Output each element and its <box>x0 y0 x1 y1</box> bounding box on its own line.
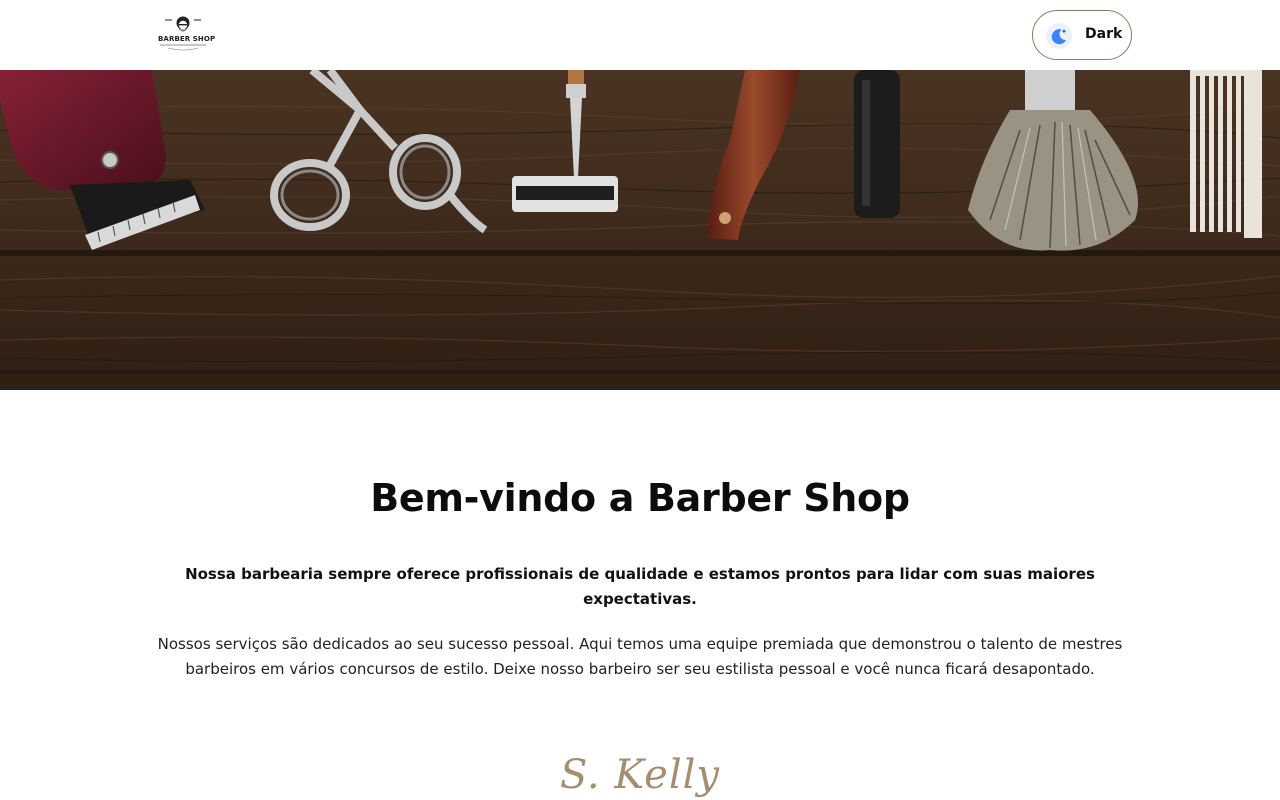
moon-icon <box>1046 23 1072 49</box>
logo-text: BARBER SHOP <box>158 35 216 43</box>
description-paragraph: Nossos serviços são dedicados ao seu suc… <box>157 635 1123 678</box>
site-header: BARBER SHOP Dark <box>0 0 1280 70</box>
comb-trimmer-icon <box>854 70 900 218</box>
barber-face-icon <box>160 16 206 51</box>
signature: S. Kelly <box>559 752 721 798</box>
hero-banner-image <box>0 70 1280 390</box>
dark-mode-toggle-button[interactable]: Dark <box>1032 10 1132 60</box>
welcome-section: Bem-vindo a Barber Shop Nossa barbearia … <box>0 390 1280 800</box>
lead-paragraph: Nossa barbearia sempre oferece profissio… <box>185 565 1095 608</box>
theme-toggle-label: Dark <box>1085 26 1123 42</box>
page-title: Bem-vindo a Barber Shop <box>370 476 910 520</box>
barber-shop-logo[interactable]: BARBER SHOP <box>158 14 216 52</box>
